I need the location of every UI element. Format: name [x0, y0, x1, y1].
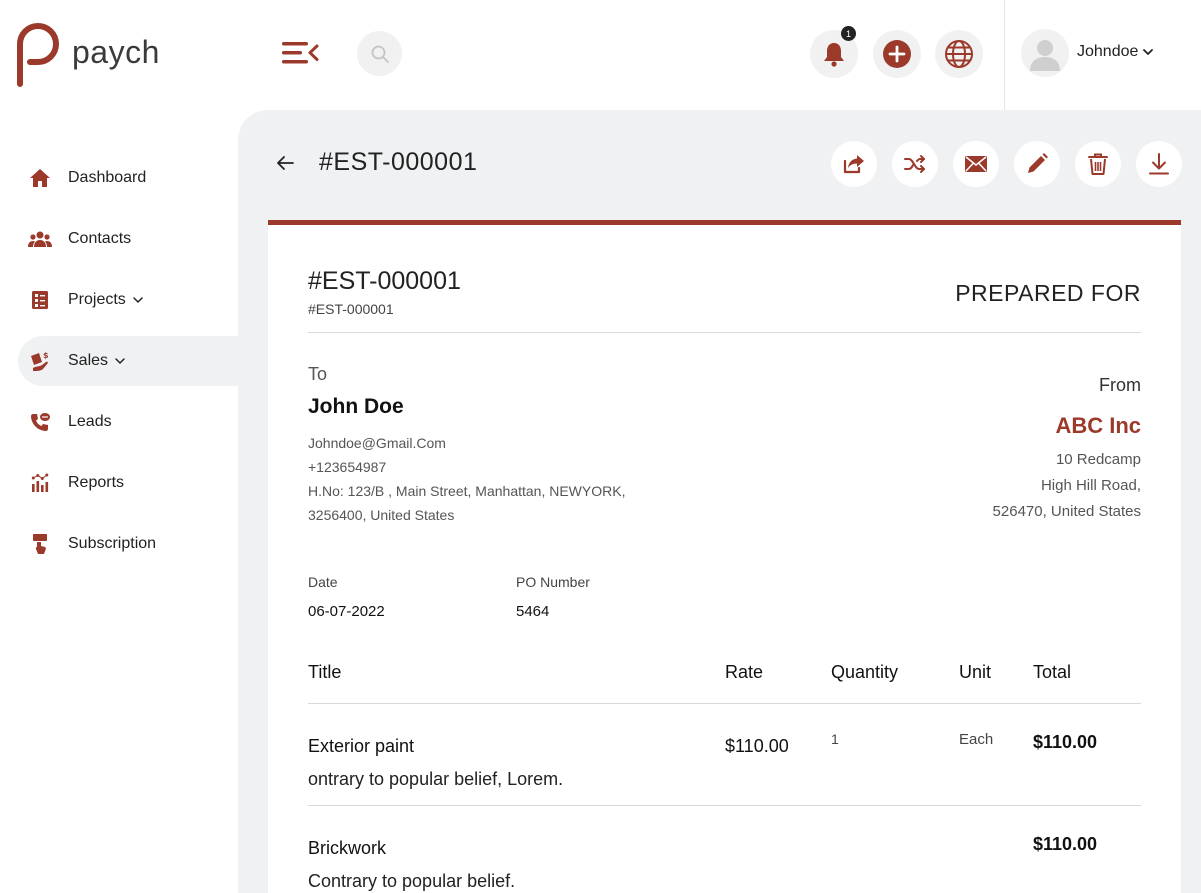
sidebar-item-projects[interactable]: Projects [18, 275, 238, 325]
item-unit: Each [959, 731, 994, 748]
estimate-card: #EST-000001 #EST-000001 PREPARED FOR To … [268, 220, 1181, 893]
logo-mark-icon [17, 23, 59, 87]
date-value: 06-07-2022 [308, 603, 385, 620]
subscription-icon [28, 532, 52, 556]
language-button[interactable] [935, 30, 983, 78]
sidebar-item-leads[interactable]: Leads [18, 397, 238, 447]
shuffle-icon [904, 155, 925, 173]
item-total: $110.00 [1033, 834, 1098, 854]
search-icon [371, 45, 389, 63]
menu-collapse-icon [282, 42, 319, 64]
edit-button[interactable] [1014, 141, 1060, 187]
client-name: John Doe [308, 395, 404, 418]
column-header-title: Title [308, 662, 342, 682]
mail-icon [965, 156, 987, 172]
to-label: To [308, 364, 328, 384]
sidebar-item-subscription[interactable]: Subscription [18, 519, 238, 569]
from-label: From [1099, 375, 1141, 395]
chevron-down-icon [1143, 49, 1154, 55]
share-button[interactable] [831, 141, 877, 187]
divider [308, 703, 1141, 704]
sidebar-item-label: Reports [68, 474, 125, 491]
sidebar-item-label: Projects [68, 291, 126, 308]
client-address-line2: 3256400, United States [308, 507, 455, 523]
chevron-down-icon [114, 355, 126, 367]
sidebar-item-label: Sales [68, 352, 109, 369]
brand-logo[interactable]: paych [14, 22, 160, 88]
date-label: Date [308, 574, 338, 590]
menu-collapse-button[interactable] [280, 38, 320, 68]
user-menu[interactable]: Johndoe [1004, 0, 1201, 110]
client-phone: +123654987 [308, 459, 387, 475]
users-icon [28, 227, 52, 251]
po-number-value: 5464 [516, 603, 550, 620]
company-address-line3: 526470, United States [992, 503, 1141, 520]
sidebar-item-dashboard[interactable]: Dashboard [18, 153, 238, 203]
projects-icon [28, 288, 52, 312]
share-icon [843, 155, 864, 174]
avatar [1021, 29, 1069, 77]
sidebar-item-label: Subscription [68, 535, 157, 552]
divider [308, 805, 1141, 806]
sidebar-item-contacts[interactable]: Contacts [18, 214, 238, 264]
company-name: ABC Inc [1055, 413, 1141, 438]
client-email: Johndoe@Gmail.Com [308, 435, 446, 451]
item-title: Exterior paint [308, 736, 415, 756]
item-description: Contrary to popular belief. [308, 871, 516, 891]
username-dropdown[interactable]: Johndoe [1077, 43, 1154, 61]
convert-button[interactable] [892, 141, 938, 187]
po-number-label: PO Number [516, 574, 590, 590]
top-header: paych 1 Johndoe [0, 0, 1201, 110]
svg-text:$: $ [43, 351, 49, 360]
globe-icon [945, 40, 973, 68]
download-button[interactable] [1136, 141, 1182, 187]
chart-icon [28, 471, 52, 495]
delete-button[interactable] [1075, 141, 1121, 187]
edit-icon [1028, 153, 1048, 173]
download-icon [1149, 153, 1169, 175]
sidebar: Dashboard Contacts Projects $ Sales Lead… [0, 110, 238, 893]
notification-badge: 1 [841, 26, 856, 41]
plus-circle-icon [883, 40, 911, 68]
home-icon [28, 166, 52, 190]
email-button[interactable] [953, 141, 999, 187]
arrow-left-icon [277, 156, 294, 170]
column-header-quantity: Quantity [831, 662, 899, 682]
sidebar-item-label: Contacts [68, 230, 132, 247]
company-address-line1: 10 Redcamp [1055, 451, 1141, 468]
item-description: ontrary to popular belief, Lorem. [308, 769, 564, 789]
item-quantity: 1 [831, 731, 839, 747]
prepared-for-heading: PREPARED FOR [955, 280, 1141, 306]
sidebar-item-label: Dashboard [68, 169, 147, 186]
item-title: Brickwork [308, 838, 387, 858]
estimate-sub-number: #EST-000001 [308, 301, 394, 317]
back-button[interactable] [272, 150, 298, 176]
search-button[interactable] [357, 31, 402, 76]
item-total: $110.00 [1033, 732, 1098, 752]
username: Johndoe [1077, 43, 1139, 60]
sidebar-item-reports[interactable]: Reports [18, 458, 238, 508]
sidebar-item-sales[interactable]: $ Sales [18, 336, 238, 386]
sidebar-item-label: Leads [68, 413, 112, 430]
add-new-button[interactable] [873, 30, 921, 78]
brand-name: paych [72, 33, 160, 70]
phone-icon [28, 410, 52, 434]
column-header-rate: Rate [725, 662, 764, 682]
bell-icon [824, 43, 844, 67]
user-avatar-icon [1030, 40, 1060, 71]
divider [308, 332, 1141, 333]
trash-icon [1088, 153, 1108, 175]
item-rate: $110.00 [725, 736, 789, 756]
column-header-total: Total [1033, 662, 1072, 682]
notifications-button[interactable]: 1 [810, 26, 858, 78]
company-address-line2: High Hill Road, [1040, 477, 1141, 494]
column-header-unit: Unit [959, 662, 992, 682]
client-address-line1: H.No: 123/B , Main Street, Manhattan, NE… [308, 483, 626, 499]
chevron-down-icon [132, 294, 144, 306]
page-title: #EST-000001 [319, 148, 478, 176]
sales-icon: $ [28, 349, 52, 373]
estimate-number: #EST-000001 [308, 267, 461, 295]
